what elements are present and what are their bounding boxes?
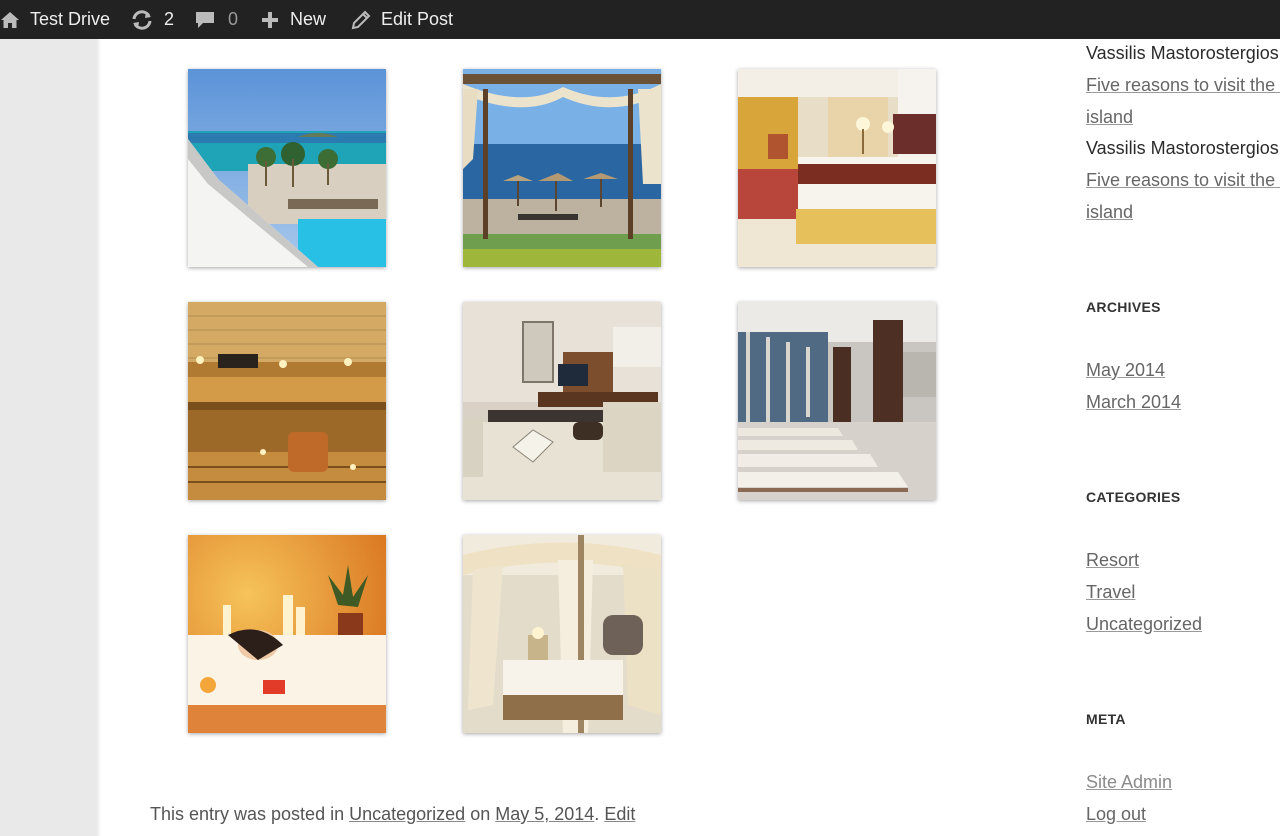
recent-comment-author: Vassilis Mastorostergios [1086, 43, 1279, 63]
gallery-image-3[interactable] [738, 69, 936, 267]
gallery-image-1[interactable] [188, 69, 386, 267]
gallery-image-7[interactable] [188, 535, 386, 733]
comments-link[interactable]: 0 [194, 0, 238, 39]
pencil-icon [350, 10, 372, 30]
recent-comment-post-link-cont[interactable]: island [1086, 107, 1133, 128]
recent-comment-post-link[interactable]: Five reasons to visit the l [1086, 170, 1280, 191]
new-content-link[interactable]: New [260, 0, 326, 39]
categories-heading: CATEGORIES [1086, 489, 1181, 505]
comments-count: 0 [228, 9, 239, 29]
edit-post-link[interactable]: Edit Post [350, 0, 453, 39]
edit-link[interactable]: Edit [604, 804, 635, 824]
hotel-bedroom-image [738, 69, 936, 267]
resort-pool-image [188, 69, 386, 267]
post-date-link[interactable]: May 5, 2014 [495, 804, 594, 824]
archive-link-may-2014[interactable]: May 2014 [1086, 360, 1165, 381]
meta-heading: META [1086, 711, 1126, 727]
spa-loungers-image [738, 302, 936, 500]
recent-comment-post-link[interactable]: Five reasons to visit the l [1086, 75, 1280, 96]
left-sidebar-strip [0, 39, 97, 836]
beach-canopy-image [463, 69, 661, 267]
updates-count: 2 [164, 9, 175, 29]
canopy-bed-image [463, 535, 661, 733]
category-link-travel[interactable]: Travel [1086, 582, 1135, 603]
new-label: New [290, 9, 327, 29]
entry-meta-prefix: This entry was posted in [150, 804, 345, 824]
edit-post-label: Edit Post [381, 9, 454, 29]
content-shadow [97, 39, 101, 836]
refresh-icon [130, 9, 154, 30]
home-icon [0, 10, 20, 30]
archive-link-march-2014[interactable]: March 2014 [1086, 392, 1181, 413]
entry-meta: This entry was posted in Uncategorized o… [150, 804, 636, 824]
bubble-bath-image [188, 535, 386, 733]
gallery-image-8[interactable] [463, 535, 661, 733]
category-link-uncategorized[interactable]: Uncategorized [1086, 614, 1202, 635]
admin-bar: Test Drive 2 0 New Edit Post [0, 0, 1280, 39]
gallery-image-6[interactable] [738, 302, 936, 500]
site-admin-link[interactable]: Site Admin [1086, 772, 1172, 793]
updates-link[interactable]: 2 [130, 0, 174, 39]
right-sidebar: Vassilis Mastorostergios Five reasons to… [1086, 39, 1280, 836]
gallery-image-2[interactable] [463, 69, 661, 267]
entry-meta-on: on [470, 804, 491, 824]
archives-heading: ARCHIVES [1086, 299, 1161, 315]
gallery-image-4[interactable] [188, 302, 386, 500]
site-name-link[interactable]: Test Drive [0, 0, 110, 39]
recent-comment-post-link-cont[interactable]: island [1086, 202, 1133, 223]
plus-icon [260, 10, 280, 30]
living-room-image [463, 302, 661, 500]
category-link[interactable]: Uncategorized [349, 804, 465, 824]
sauna-image [188, 302, 386, 500]
log-out-link[interactable]: Log out [1086, 804, 1146, 825]
comment-icon [194, 10, 216, 30]
recent-comment-author: Vassilis Mastorostergios [1086, 138, 1279, 158]
category-link-resort[interactable]: Resort [1086, 550, 1139, 571]
site-name-label: Test Drive [30, 9, 111, 29]
gallery-image-5[interactable] [463, 302, 661, 500]
